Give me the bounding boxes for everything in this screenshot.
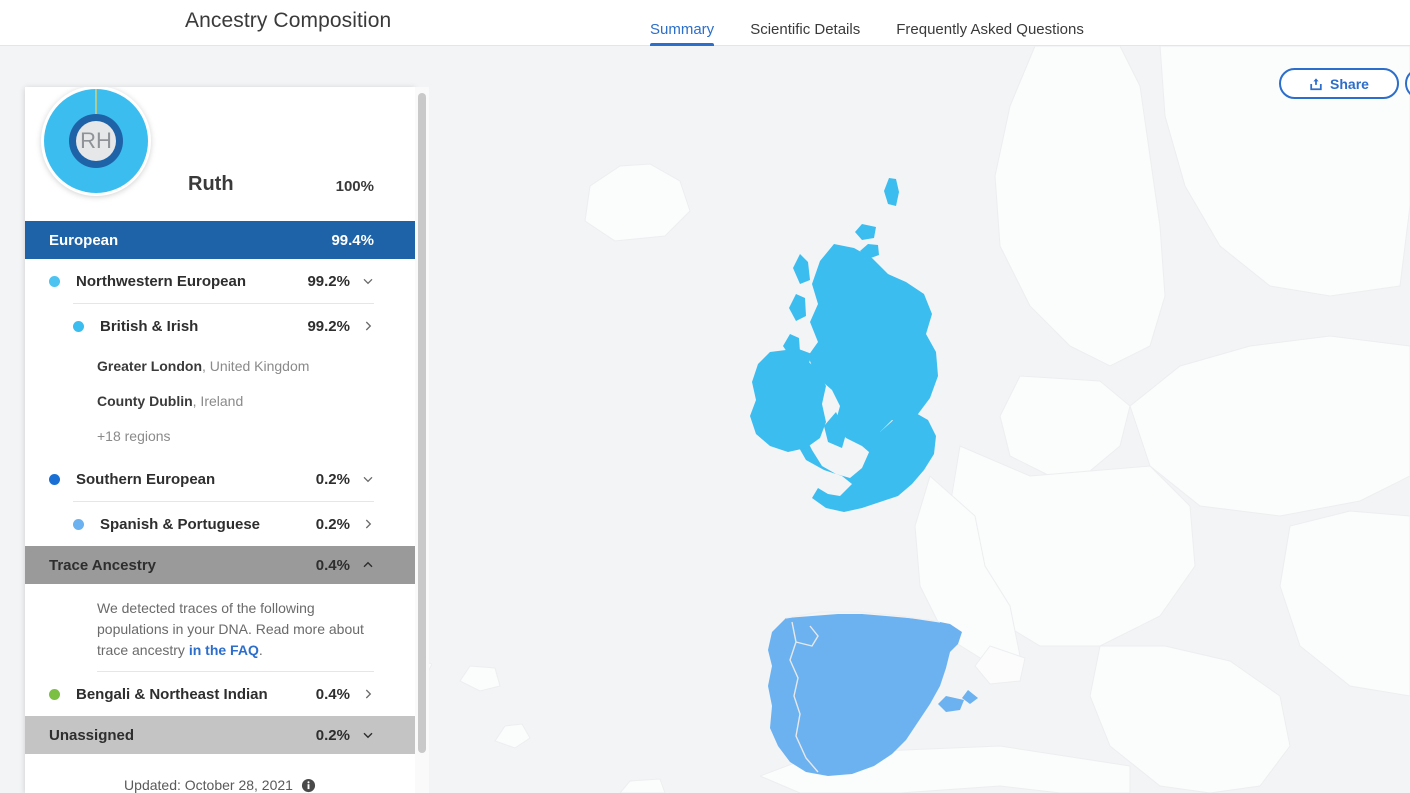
row-southern-european-label: Southern European — [76, 470, 216, 488]
row-spanish-and-portuguese-percent: 0.2% — [315, 515, 350, 533]
profile-percent: 100% — [335, 178, 374, 195]
color-dot-bengali-and-northeast-indian — [49, 688, 60, 700]
row-british-and-irish[interactable]: British & Irish 99.2% — [25, 304, 415, 348]
ancestry-sidebar-panel: RH Ruth 100% European 99.4% Northwestern… — [25, 87, 415, 793]
chevron-right-icon[interactable] — [362, 688, 374, 700]
avatar[interactable]: RH — [40, 87, 152, 197]
profile-header: RH Ruth 100% — [25, 87, 415, 221]
group-unassigned-percent: 0.2% — [315, 726, 350, 744]
region-country: , United Kingdom — [202, 357, 310, 374]
ancestry-composition-page: Ancestry Composition Summary Scientific … — [0, 0, 1410, 793]
group-trace-ancestry[interactable]: Trace Ancestry 0.4% — [25, 546, 415, 584]
share-button[interactable]: Share — [1279, 68, 1399, 99]
group-trace-ancestry-percent: 0.4% — [315, 556, 350, 574]
sidebar-scrollbar-thumb[interactable] — [418, 93, 426, 753]
chevron-down-icon[interactable] — [362, 275, 374, 287]
chevron-up-icon[interactable] — [362, 559, 374, 571]
row-southern-european-percent: 0.2% — [315, 470, 350, 488]
profile-name: Ruth — [188, 173, 234, 195]
region-item: Greater London , United Kingdom — [25, 348, 415, 383]
color-dot-british-and-irish — [73, 320, 84, 332]
row-bengali-and-northeast-indian-percent: 0.4% — [315, 685, 350, 703]
avatar-initials: RH — [80, 128, 112, 153]
tab-summary[interactable]: Summary — [650, 0, 715, 46]
row-northwestern-european[interactable]: Northwestern European 99.2% — [25, 259, 415, 303]
tab-faq[interactable]: Frequently Asked Questions — [896, 0, 1084, 46]
page-header: Ancestry Composition Summary Scientific … — [0, 0, 1410, 46]
row-northwestern-european-label: Northwestern European — [76, 272, 247, 290]
updated-status: Updated: October 28, 2021 — [25, 754, 415, 793]
color-dot-southern-european — [49, 473, 60, 485]
chevron-right-icon[interactable] — [362, 320, 374, 332]
group-european-label: European — [49, 231, 119, 249]
region-city: County Dublin — [97, 392, 193, 409]
page-title: Ancestry Composition — [185, 9, 392, 32]
group-trace-ancestry-label: Trace Ancestry — [49, 556, 157, 574]
color-dot-spanish-and-portuguese — [73, 518, 84, 530]
row-bengali-and-northeast-indian-label: Bengali & Northeast Indian — [76, 685, 268, 703]
group-european[interactable]: European 99.4% — [25, 221, 415, 259]
group-unassigned-label: Unassigned — [49, 726, 135, 744]
sidebar-scrollbar-track[interactable] — [415, 87, 429, 793]
row-bengali-and-northeast-indian[interactable]: Bengali & Northeast Indian 0.4% — [25, 672, 415, 716]
chevron-down-icon[interactable] — [362, 729, 374, 741]
row-southern-european[interactable]: Southern European 0.2% — [25, 457, 415, 501]
color-dot-northwestern-european — [49, 275, 60, 287]
share-upload-icon — [1310, 77, 1322, 90]
group-european-percent: 99.4% — [331, 231, 374, 249]
trace-description-text-2: . — [258, 642, 263, 658]
row-british-and-irish-percent: 99.2% — [307, 317, 350, 335]
region-more-count: +18 regions — [97, 427, 171, 444]
region-city: Greater London — [97, 357, 203, 374]
row-spanish-and-portuguese[interactable]: Spanish & Portuguese 0.2% — [25, 502, 415, 546]
row-british-and-irish-label: British & Irish — [100, 317, 199, 335]
region-item: County Dublin , Ireland — [25, 383, 415, 418]
info-circle-icon[interactable] — [301, 778, 316, 793]
row-spanish-and-portuguese-label: Spanish & Portuguese — [100, 515, 261, 533]
chevron-right-icon[interactable] — [362, 518, 374, 530]
trace-ancestry-description: We detected traces of the following popu… — [25, 584, 415, 671]
group-unassigned[interactable]: Unassigned 0.2% — [25, 716, 415, 754]
trace-faq-link[interactable]: in the FAQ — [189, 642, 259, 658]
share-button-label: Share — [1330, 75, 1369, 92]
chevron-down-icon[interactable] — [362, 473, 374, 485]
ancestry-donut-chart: RH — [41, 87, 151, 196]
updated-label: Updated: October 28, 2021 — [124, 777, 293, 793]
tab-scientific-details[interactable]: Scientific Details — [750, 0, 860, 46]
row-northwestern-european-percent: 99.2% — [307, 272, 350, 290]
region-country: , Ireland — [192, 392, 244, 409]
tab-bar: Summary Scientific Details Frequently As… — [650, 0, 1120, 46]
